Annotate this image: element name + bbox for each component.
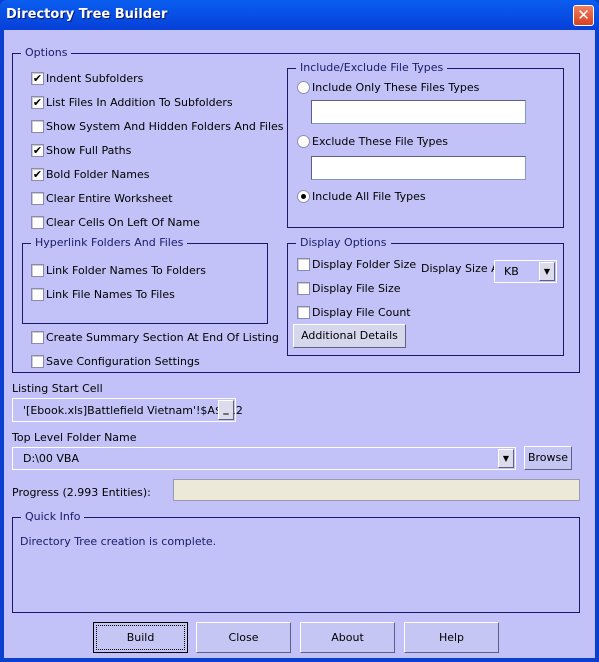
- dialog-body: Options Hyperlink Folders And Files Incl…: [4, 30, 595, 658]
- hyperlink-0-label[interactable]: Link Folder Names To Folders: [46, 264, 206, 277]
- exclude-radio[interactable]: [297, 135, 310, 148]
- summary-checkbox[interactable]: [31, 331, 44, 344]
- option-1-checkbox[interactable]: ✔: [31, 96, 44, 109]
- save-config-checkbox[interactable]: [31, 355, 44, 368]
- listing-start-field[interactable]: '[Ebook.xls]Battlefield Vietnam'!$A$112 …: [12, 398, 243, 422]
- include-only-label[interactable]: Include Only These Files Types: [312, 81, 479, 94]
- option-3-checkbox[interactable]: ✔: [31, 144, 44, 157]
- display-1-label[interactable]: Display File Size: [312, 282, 401, 295]
- help-button[interactable]: Help: [404, 622, 499, 653]
- display-1-checkbox[interactable]: [297, 282, 310, 295]
- include-only-radio[interactable]: [297, 81, 310, 94]
- close-icon: ✕: [577, 6, 590, 24]
- option-4-label[interactable]: Bold Folder Names: [46, 168, 150, 181]
- include-all-radio[interactable]: [297, 190, 310, 203]
- browse-button[interactable]: Browse: [524, 446, 572, 470]
- display-size-as-label: Display Size As: [421, 262, 505, 275]
- display-2-label[interactable]: Display File Count: [312, 306, 411, 319]
- progress-bar: [173, 479, 580, 501]
- additional-details-button[interactable]: Additional Details: [293, 324, 406, 348]
- hyperlink-legend: Hyperlink Folders And Files: [31, 236, 188, 249]
- display-2-checkbox[interactable]: [297, 306, 310, 319]
- hyperlink-1-label[interactable]: Link File Names To Files: [46, 288, 175, 301]
- display-size-select[interactable]: KB ▼: [494, 260, 557, 283]
- option-2-checkbox[interactable]: [31, 120, 44, 133]
- exclude-label[interactable]: Exclude These File Types: [312, 135, 448, 148]
- build-button[interactable]: Build: [93, 622, 188, 653]
- include-all-label[interactable]: Include All File Types: [312, 190, 426, 203]
- window-title: Directory Tree Builder: [6, 7, 168, 22]
- option-4-checkbox[interactable]: ✔: [31, 168, 44, 181]
- check-icon: ✔: [32, 72, 43, 85]
- summary-label[interactable]: Create Summary Section At End Of Listing: [46, 331, 279, 344]
- save-config-label[interactable]: Save Configuration Settings: [46, 355, 200, 368]
- quick-info-legend: Quick Info: [21, 510, 85, 523]
- option-0-label[interactable]: Indent Subfolders: [46, 72, 143, 85]
- display-options-legend: Display Options: [296, 236, 391, 249]
- cell-picker-button[interactable]: _: [218, 400, 234, 420]
- check-icon: ✔: [32, 168, 43, 181]
- dialog-window: Directory Tree Builder ✕ Options Hyperli…: [0, 0, 599, 662]
- option-5-checkbox[interactable]: [31, 192, 44, 205]
- listing-start-value: '[Ebook.xls]Battlefield Vietnam'!$A$112: [23, 404, 243, 417]
- folder-combobox[interactable]: D:\00 VBA ▼: [12, 447, 516, 470]
- about-button[interactable]: About: [300, 622, 395, 653]
- folder-label: Top Level Folder Name: [12, 431, 137, 444]
- hyperlink-group: Hyperlink Folders And Files: [22, 236, 268, 324]
- quick-info-group: Quick Info Directory Tree creation is co…: [12, 510, 580, 613]
- display-0-label[interactable]: Display Folder Size: [312, 258, 416, 271]
- listing-start-label: Listing Start Cell: [12, 382, 103, 395]
- option-2-label[interactable]: Show System And Hidden Folders And Files: [46, 120, 284, 133]
- option-0-checkbox[interactable]: ✔: [31, 72, 44, 85]
- quick-info-text: Directory Tree creation is complete.: [20, 535, 217, 548]
- options-legend: Options: [21, 46, 72, 59]
- progress-label: Progress (2.993 Entities):: [12, 486, 151, 499]
- chevron-down-icon[interactable]: ▼: [539, 262, 555, 281]
- exclude-input[interactable]: [311, 156, 526, 180]
- option-3-label[interactable]: Show Full Paths: [46, 144, 131, 157]
- hyperlink-1-checkbox[interactable]: [31, 288, 44, 301]
- display-size-value: KB: [504, 265, 519, 278]
- hyperlink-0-checkbox[interactable]: [31, 264, 44, 277]
- option-6-label[interactable]: Clear Cells On Left Of Name: [46, 216, 200, 229]
- check-icon: ✔: [32, 96, 43, 109]
- include-only-input[interactable]: [311, 100, 526, 124]
- option-1-label[interactable]: List Files In Addition To Subfolders: [46, 96, 233, 109]
- folder-value: D:\00 VBA: [23, 452, 79, 465]
- option-6-checkbox[interactable]: [31, 216, 44, 229]
- display-0-checkbox[interactable]: [297, 258, 310, 271]
- close-window-button[interactable]: ✕: [573, 5, 594, 26]
- chevron-down-icon[interactable]: ▼: [498, 449, 514, 468]
- check-icon: ✔: [32, 144, 43, 157]
- close-button[interactable]: Close: [196, 622, 291, 653]
- option-5-label[interactable]: Clear Entire Worksheet: [46, 192, 173, 205]
- file-types-legend: Include/Exclude File Types: [296, 61, 448, 74]
